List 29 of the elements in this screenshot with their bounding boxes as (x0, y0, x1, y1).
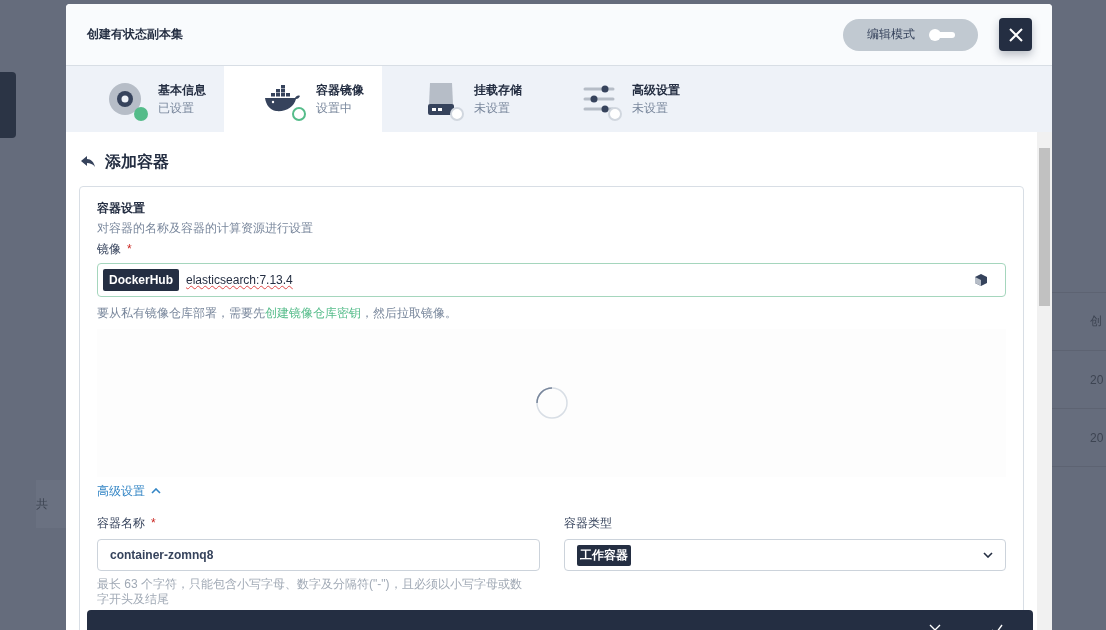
chevron-down-icon (983, 552, 993, 558)
chevron-up-icon (151, 488, 161, 494)
required-mark: * (127, 241, 132, 257)
field-label: 容器类型 (563, 515, 612, 531)
field-hint: 最长 63 个字符，只能包含小写字母、数字及分隔符("-")，且必须以小写字母或数字开头及结尾 (97, 577, 523, 607)
section-title: 添加容器 (105, 151, 169, 172)
name-input-field[interactable]: container-zomnq8 (97, 539, 540, 571)
edit-mode-toggle[interactable]: 编辑模式 (843, 18, 978, 51)
cube-icon[interactable] (975, 274, 987, 286)
hint-text: 要从私有镜像仓库部署，需要先创建镜像仓库密钥，然后拉取镜像。 (97, 305, 458, 321)
disc-icon (108, 82, 142, 116)
registry-tag[interactable]: DockerHub (103, 269, 179, 291)
dialog-title: 创建有状态副本集 (87, 26, 184, 43)
advanced-settings-toggle[interactable]: 高级设置 (97, 483, 161, 499)
sliders-icon (583, 84, 615, 114)
back-arrow-icon[interactable] (81, 156, 95, 168)
card-title: 容器设置 (97, 200, 146, 217)
card-description: 对容器的名称及容器的计算资源进行设置 (97, 220, 314, 236)
field-label: 容器名称 (97, 515, 145, 531)
type-select[interactable]: 工作容器 (563, 539, 1006, 571)
whale-icon (264, 84, 302, 114)
scrollbar[interactable] (1037, 132, 1052, 630)
step-tab[interactable]: 容器镜像 设置中 (224, 66, 382, 132)
required-mark: * (151, 515, 156, 531)
close-icon (1007, 26, 1024, 43)
close-button[interactable] (999, 18, 1032, 51)
drive-icon (427, 82, 455, 116)
image-input-field[interactable]: DockerHub elasticsearch:7.13.4 (97, 263, 1006, 297)
field-label: 镜像 (97, 241, 121, 257)
